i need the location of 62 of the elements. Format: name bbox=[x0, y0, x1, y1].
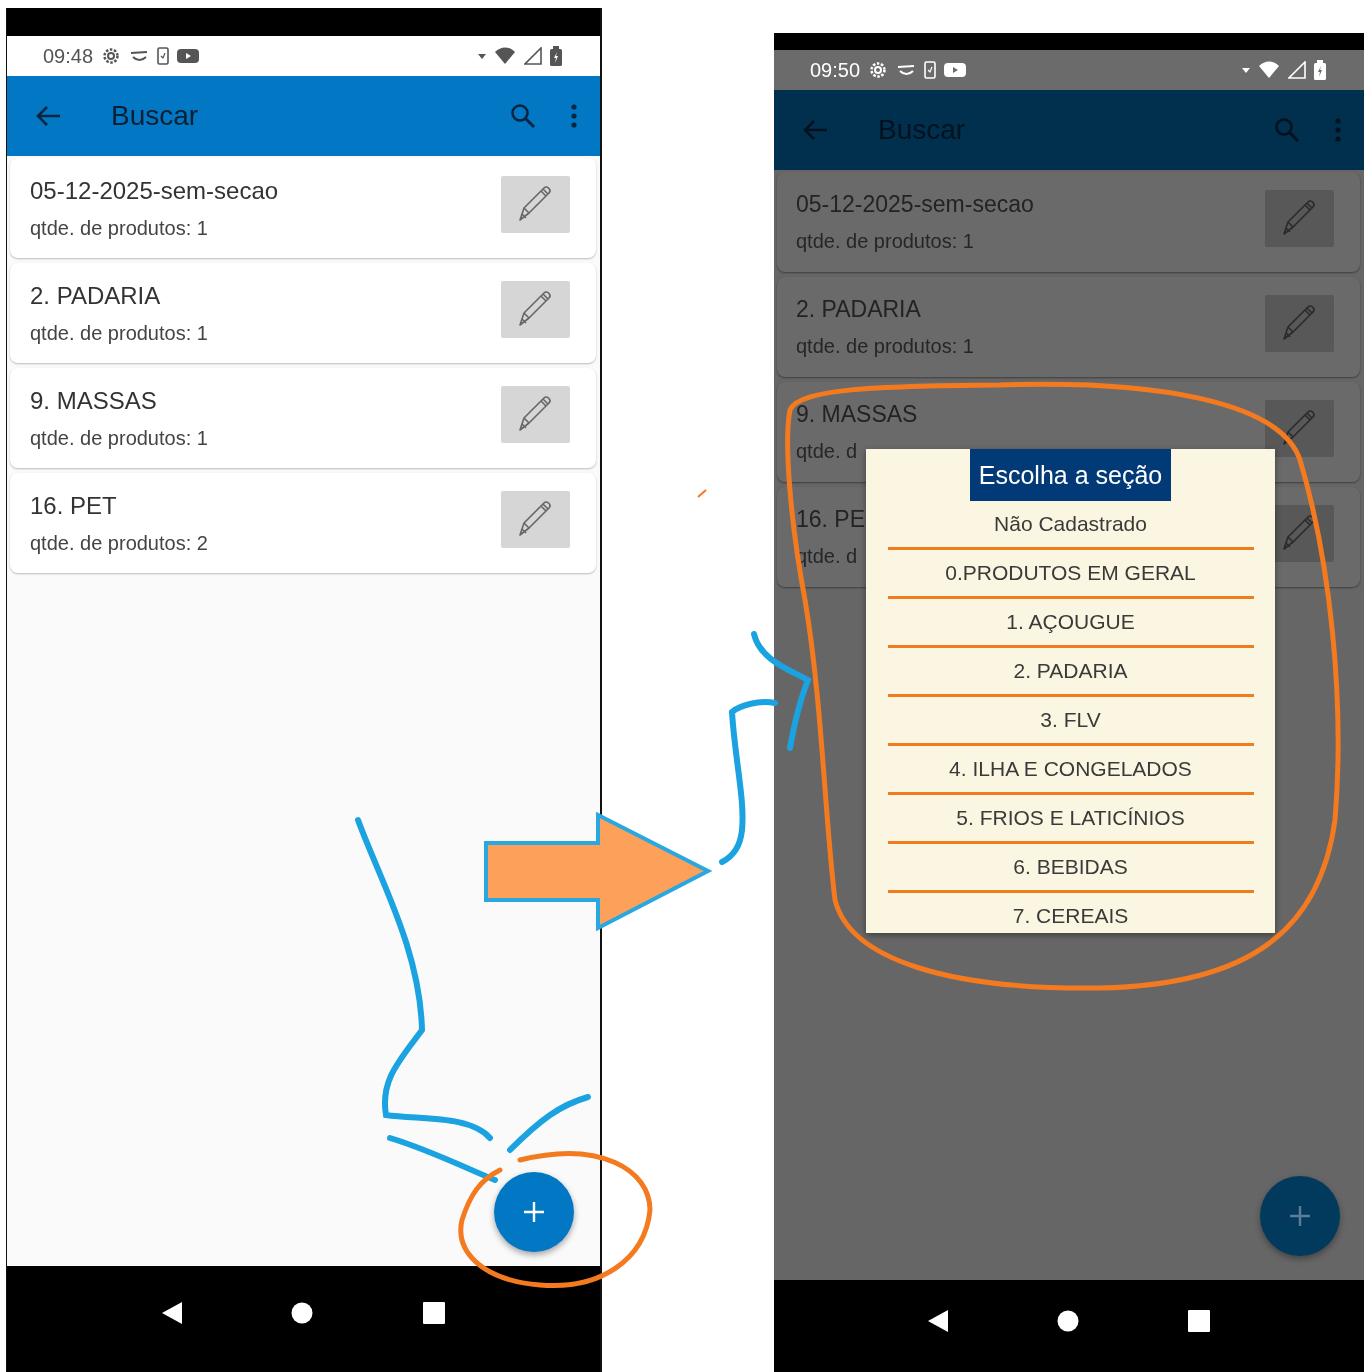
section-name: 05-12-2025-sem-secao bbox=[796, 191, 1034, 218]
dropdown-triangle-icon bbox=[478, 52, 486, 60]
section-card[interactable]: 2. PADARIA qtde. de produtos: 1 bbox=[10, 263, 596, 363]
video-play-icon bbox=[177, 48, 200, 64]
section-name: 2. PADARIA bbox=[30, 281, 162, 310]
section-name: 16. PE bbox=[796, 506, 866, 533]
section-option[interactable]: 0.PRODUTOS EM GERAL bbox=[887, 550, 1254, 599]
video-play-icon bbox=[944, 62, 967, 78]
product-count: qtde. de produtos: 1 bbox=[30, 321, 208, 345]
section-option[interactable]: 6. BEBIDAS bbox=[887, 844, 1254, 893]
section-card[interactable]: 16. PET qtde. de produtos: 2 bbox=[10, 473, 596, 573]
section-name: 9. MASSAS bbox=[30, 386, 158, 415]
section-card[interactable]: 05-12-2025-sem-secao qtde. de produtos: 1 bbox=[10, 158, 596, 258]
signal-icon bbox=[1288, 61, 1306, 79]
recents-square-icon[interactable] bbox=[423, 1302, 446, 1324]
plus-icon bbox=[1288, 1204, 1312, 1228]
section-card[interactable]: 9. MASSAS qtde. de produtos: 1 bbox=[10, 368, 596, 468]
add-button[interactable] bbox=[1260, 1176, 1340, 1256]
app-bar-title: Buscar bbox=[111, 100, 200, 132]
section-option[interactable]: 5. FRIOS E LATICÍNIOS bbox=[887, 795, 1254, 844]
section-option[interactable]: 2. PADARIA bbox=[887, 648, 1254, 697]
section-option[interactable]: Não Cadastrado bbox=[887, 501, 1254, 550]
add-button[interactable] bbox=[494, 1172, 574, 1252]
plus-icon bbox=[522, 1200, 546, 1224]
phone-icon bbox=[924, 61, 937, 79]
back-arrow-icon[interactable] bbox=[35, 105, 61, 127]
search-icon[interactable] bbox=[510, 103, 536, 129]
dialog-title: Escolha a seção bbox=[969, 449, 1172, 501]
section-name: 9. MASSAS bbox=[796, 401, 918, 428]
app-logo-icon bbox=[129, 49, 150, 63]
clock-time: 09:48 bbox=[43, 44, 94, 68]
gear-icon bbox=[101, 46, 122, 66]
product-count: qtde. de produtos: 1 bbox=[30, 426, 208, 450]
recents-square-icon[interactable] bbox=[1187, 1310, 1210, 1332]
product-count: qtde. d bbox=[796, 440, 859, 463]
tick-mark-drawing bbox=[697, 489, 707, 498]
phone-icon bbox=[157, 47, 170, 65]
wifi-icon bbox=[1258, 61, 1280, 79]
product-count: qtde. de produtos: 1 bbox=[30, 216, 209, 240]
product-count: qtde. de produtos: 1 bbox=[796, 335, 974, 358]
battery-icon bbox=[550, 46, 562, 66]
section-option[interactable]: 4. ILHA E CONGELADOS bbox=[887, 746, 1254, 795]
wifi-icon bbox=[494, 47, 516, 65]
product-count: qtde. de produtos: 1 bbox=[796, 230, 975, 253]
section-name: 2. PADARIA bbox=[796, 296, 922, 323]
section-option[interactable]: 3. FLV bbox=[887, 697, 1254, 746]
section-option[interactable]: 7. CEREAIS bbox=[887, 893, 1254, 933]
section-name: 16. PET bbox=[30, 491, 118, 520]
back-triangle-icon[interactable] bbox=[928, 1310, 949, 1332]
signal-icon bbox=[524, 47, 542, 65]
clock-time: 09:50 bbox=[810, 58, 861, 82]
product-count: qtde. de produtos: 2 bbox=[30, 531, 208, 555]
section-name: 05-12-2025-sem-secao bbox=[30, 176, 279, 205]
battery-icon bbox=[1314, 60, 1326, 80]
app-logo-icon bbox=[896, 63, 917, 77]
gear-icon bbox=[868, 60, 889, 80]
home-circle-icon[interactable] bbox=[291, 1302, 314, 1324]
back-triangle-icon[interactable] bbox=[161, 1302, 182, 1324]
more-options-icon[interactable] bbox=[570, 104, 578, 128]
section-option[interactable]: 1. AÇOUGUE bbox=[887, 599, 1254, 648]
dropdown-triangle-icon bbox=[1242, 66, 1250, 74]
home-circle-icon[interactable] bbox=[1057, 1310, 1079, 1332]
